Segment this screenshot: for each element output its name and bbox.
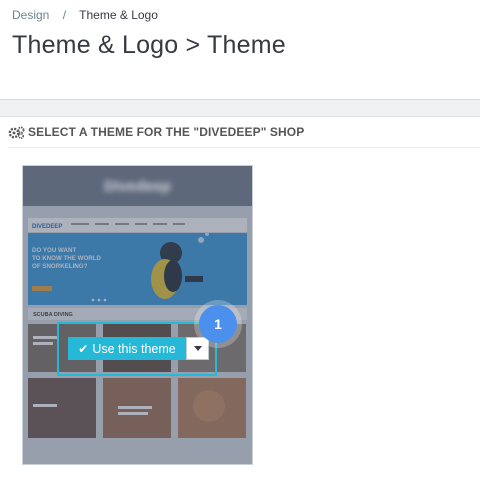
step-badge-number: 1 xyxy=(199,305,237,343)
panel-heading-text: SELECT A THEME FOR THE "DIVEDEEP" SHOP xyxy=(28,125,305,139)
page-header: Design / Theme & Logo Theme & Logo > The… xyxy=(0,0,480,100)
panel-heading: SELECT A THEME FOR THE "DIVEDEEP" SHOP xyxy=(8,125,304,139)
page-title: Theme & Logo > Theme xyxy=(12,31,286,59)
caret-down-icon xyxy=(193,346,202,351)
step-badge: 1 xyxy=(194,300,242,348)
theme-name: Divedeep xyxy=(104,177,171,195)
panel-divider xyxy=(8,147,480,148)
theme-panel: SELECT A THEME FOR THE "DIVEDEEP" SHOP D… xyxy=(0,116,480,500)
check-icon: ✔ xyxy=(78,341,89,356)
use-theme-button-group: ✔ Use this theme xyxy=(68,337,209,360)
breadcrumb-separator: / xyxy=(62,8,67,22)
breadcrumb: Design / Theme & Logo xyxy=(12,8,158,22)
breadcrumb-current: Theme & Logo xyxy=(79,8,158,22)
use-this-theme-label: Use this theme xyxy=(92,341,176,356)
breadcrumb-design[interactable]: Design xyxy=(12,8,49,22)
use-this-theme-button[interactable]: ✔ Use this theme xyxy=(68,337,186,360)
theme-name-bar: Divedeep xyxy=(23,166,252,206)
cogs-icon xyxy=(8,126,25,139)
